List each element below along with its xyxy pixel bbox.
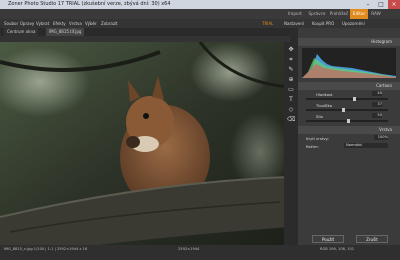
close-icon[interactable]: × [388,0,400,9]
eraser-tool-icon[interactable]: ⌫ [287,116,295,123]
tab-raw[interactable]: RAW [368,9,384,19]
status-rgb: RGB 106, 108, 101 [320,247,355,251]
thickness-value[interactable]: 37 [372,102,382,107]
menu-select[interactable]: Vybrat [36,19,49,28]
window-title: Zoner Photo Studio 17 TRIAL (zkušební ve… [8,1,171,7]
text-tool-icon[interactable]: T [287,96,295,103]
tab-editor[interactable]: Editor [350,9,368,19]
squirrel-photo [0,42,290,245]
effect-header: Cartoon [298,82,400,90]
histogram-header: Histogram [298,38,400,46]
title-bar: Zoner Photo Studio 17 TRIAL (zkušební ve… [0,0,400,9]
buy-pro-button[interactable]: Koupit PRO [312,19,334,28]
smoothness-label: Hladkost [316,92,333,97]
right-panel: Histogram Cartoon Hladkost 40 Tloušťka 3… [298,28,400,245]
status-bar: IMG_8815_n.jpg 1/100 | 1:1 | 2592×1944 x… [0,245,400,260]
mode-bar: Import Správce Prohlížeč Editor RAW [0,9,400,19]
tab-viewer[interactable]: Prohlížeč [328,9,350,19]
layer-header: Vrstva [298,126,400,134]
thickness-slider[interactable] [306,108,388,112]
thickness-knob[interactable] [342,108,345,112]
opacity-label: Krytí vrstvy: [306,136,329,141]
image-canvas[interactable] [0,42,290,245]
tool-dock: ✥ ⌗ ✎ ⊕ ▭ T ◇ ⌫ [284,42,298,245]
status-dimensions: 2592×1944 [178,247,200,251]
clone-tool-icon[interactable]: ⊕ [287,76,295,83]
thickness-label: Tloušťka [316,103,333,108]
document-tabs: Centrum okna IMG_8815.tif.jpg [0,28,290,36]
menu-effects[interactable]: Efekty [53,19,66,28]
opacity-value[interactable]: 100% [374,135,388,140]
selection-tool-icon[interactable]: ▭ [287,86,295,93]
cancel-button[interactable]: Zrušit [356,235,388,243]
menu-edit[interactable]: Úpravy [20,19,34,28]
tab-document[interactable]: IMG_8815.tif.jpg [46,28,85,36]
tab-import[interactable]: Import [284,9,306,19]
move-tool-icon[interactable]: ✥ [287,46,295,53]
strength-slider[interactable] [306,119,388,123]
shape-tool-icon[interactable]: ◇ [287,106,295,113]
strength-knob[interactable] [347,119,350,123]
menu-file[interactable]: Soubor [4,19,18,28]
minimize-icon[interactable]: – [362,0,374,9]
strength-value[interactable]: 50 [372,113,382,118]
notifications-link[interactable]: Upozornění [342,19,365,28]
menu-selection[interactable]: Výběr [85,19,97,28]
blend-mode-select[interactable]: Normální [344,143,388,148]
strength-label: Síla [316,114,323,119]
maximize-icon[interactable]: □ [375,0,387,9]
menu-layer[interactable]: Vrstva [69,19,82,28]
crop-tool-icon[interactable]: ⌗ [287,56,295,63]
smoothness-slider[interactable] [306,97,388,101]
brush-tool-icon[interactable]: ✎ [287,66,295,73]
smoothness-value[interactable]: 40 [372,91,382,96]
trial-label: TRIAL [262,21,274,26]
histogram-chart [302,48,396,78]
smoothness-knob[interactable] [353,97,356,101]
apply-button[interactable]: Použít [312,235,344,243]
mode-label: Režim: [306,144,319,149]
tab-manager[interactable]: Správce [306,9,328,19]
status-file-info: IMG_8815_n.jpg 1/100 | 1:1 | 2592×1944 x… [4,247,88,251]
menu-view[interactable]: Zobrazit [101,19,118,28]
tab-center[interactable]: Centrum okna [4,28,39,36]
menu-bar: Soubor Úpravy Vybrat Efekty Vrstva Výběr… [0,19,400,28]
settings-link[interactable]: Nastavení [284,19,304,28]
